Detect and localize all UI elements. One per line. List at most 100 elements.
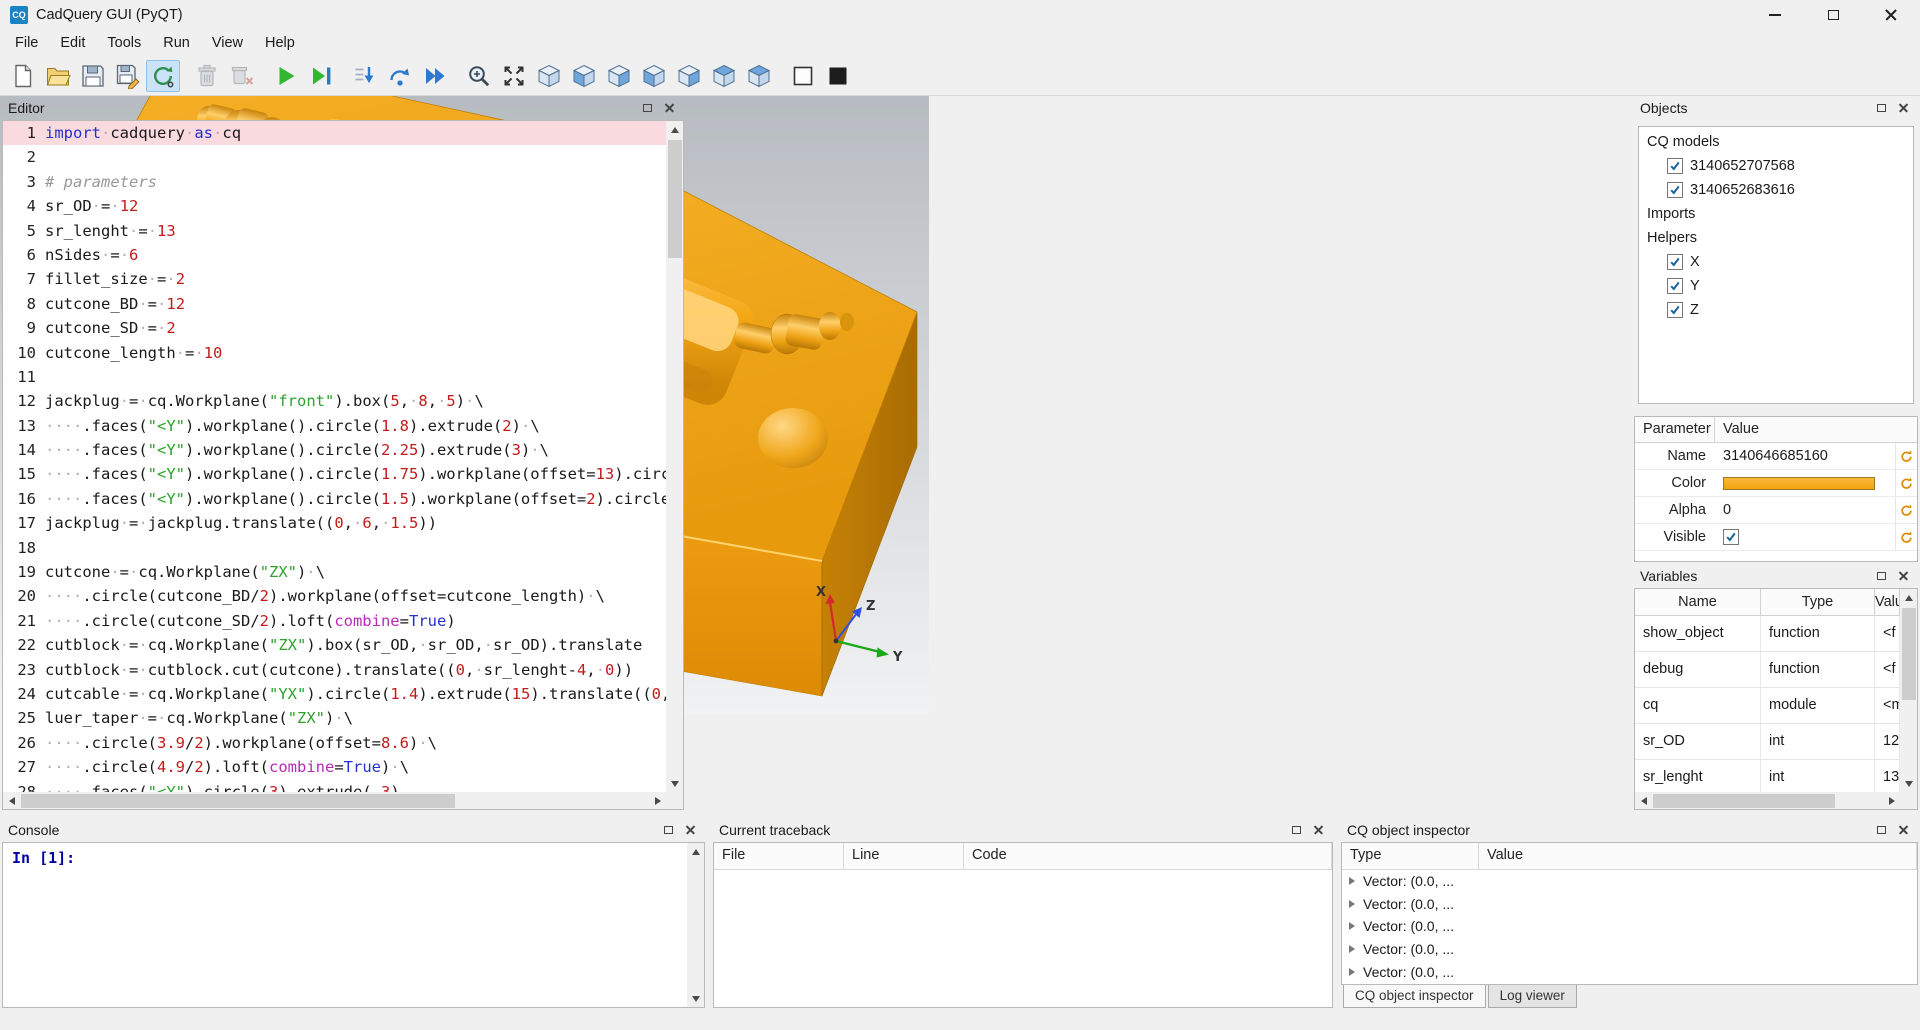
column-header-type[interactable]: Type [1342, 843, 1479, 869]
variables-hscroll-thumb[interactable] [1653, 794, 1835, 808]
code-line-25[interactable]: 25luer_taper·=·cq.Workplane("ZX")·\ [3, 706, 666, 730]
variable-row-sr-od[interactable]: sr_ODint12 [1635, 724, 1900, 760]
variable-row-show-object[interactable]: show_objectfunction<f [1635, 616, 1900, 652]
code-line-17[interactable]: 17jackplug·=·jackplug.translate((0,·6,·1… [3, 511, 666, 535]
reset-property-button[interactable] [1895, 470, 1917, 496]
editor-code[interactable]: 1import·cadquery·as·cq23# parameters4sr_… [3, 121, 666, 792]
variables-vertical-scrollbar[interactable] [1900, 589, 1917, 792]
objects-close-button[interactable] [1894, 99, 1912, 117]
inspector-dock-titlebar[interactable]: CQ object inspector [1341, 818, 1918, 842]
objects-float-button[interactable] [1872, 99, 1890, 117]
reset-property-button[interactable] [1895, 443, 1917, 469]
tree-item-y[interactable]: Y [1639, 274, 1913, 298]
editor-close-button[interactable] [660, 99, 678, 117]
debug-button[interactable] [304, 60, 338, 92]
chevron-right-icon[interactable] [1349, 900, 1355, 908]
column-header-value[interactable]: Value [1715, 417, 1917, 442]
shaded-button[interactable] [821, 60, 855, 92]
autoreload-button[interactable] [146, 60, 180, 92]
code-line-16[interactable]: 16····.faces("<Y").workplane().circle(1.… [3, 487, 666, 511]
code-line-5[interactable]: 5sr_lenght·=·13 [3, 219, 666, 243]
variable-row-debug[interactable]: debugfunction<f [1635, 652, 1900, 688]
column-header-type[interactable]: Type [1761, 589, 1875, 615]
tree-item-imports[interactable]: Imports [1639, 202, 1913, 226]
editor-dock-titlebar[interactable]: Editor [2, 96, 684, 120]
tree-item-3140652707568[interactable]: 3140652707568 [1639, 154, 1913, 178]
code-line-6[interactable]: 6nSides·=·6 [3, 243, 666, 267]
traceback-float-button[interactable] [1287, 821, 1305, 839]
column-header-value[interactable]: Value [1875, 589, 1900, 615]
property-value[interactable] [1715, 529, 1895, 545]
delete-all-button[interactable] [225, 60, 259, 92]
inspector-row-4[interactable]: Vector: (0.0, ... [1342, 938, 1917, 961]
chevron-right-icon[interactable] [1349, 945, 1355, 953]
scroll-up-arrow[interactable] [666, 121, 683, 138]
inspector-row-1[interactable]: Vector: (0.0, ... [1342, 870, 1917, 893]
menu-item-edit[interactable]: Edit [49, 32, 96, 54]
chevron-right-icon[interactable] [1349, 968, 1355, 976]
column-header-code[interactable]: Code [964, 843, 1332, 869]
code-line-20[interactable]: 20····.circle(cutcone_BD/2).workplane(of… [3, 584, 666, 608]
menu-item-run[interactable]: Run [152, 32, 201, 54]
continue-button[interactable] [418, 60, 452, 92]
title-bar[interactable]: CQ CadQuery GUI (PyQT) [0, 0, 1920, 30]
variable-row-sr-lenght[interactable]: sr_lenghtint13 [1635, 760, 1900, 792]
code-line-9[interactable]: 9cutcone_SD·=·2 [3, 316, 666, 340]
code-line-23[interactable]: 23cutblock·=·cutblock.cut(cutcone).trans… [3, 658, 666, 682]
fit-button[interactable] [462, 60, 496, 92]
inspector-row-3[interactable]: Vector: (0.0, ... [1342, 915, 1917, 938]
tab-log-viewer[interactable]: Log viewer [1488, 985, 1577, 1008]
code-line-21[interactable]: 21····.circle(cutcone_SD/2).loft(combine… [3, 609, 666, 633]
code-line-2[interactable]: 2 [3, 145, 666, 169]
editor-horizontal-scrollbar[interactable] [3, 792, 666, 809]
wireframe-button[interactable] [786, 60, 820, 92]
checkbox[interactable] [1667, 158, 1683, 174]
column-header-name[interactable]: Name [1635, 589, 1761, 615]
save-script-button[interactable] [76, 60, 110, 92]
code-line-7[interactable]: 7fillet_size·=·2 [3, 267, 666, 291]
save-as-script-button[interactable] [111, 60, 145, 92]
code-line-3[interactable]: 3# parameters [3, 170, 666, 194]
variables-dock-titlebar[interactable]: Variables [1634, 564, 1918, 588]
code-line-28[interactable]: 28····.faces("<Y").circle(3).extrude(-3) [3, 780, 666, 792]
tree-item-cq-models[interactable]: CQ models [1639, 130, 1913, 154]
step-next-button[interactable] [383, 60, 417, 92]
code-line-15[interactable]: 15····.faces("<Y").workplane().circle(1.… [3, 462, 666, 486]
editor-hscroll-thumb[interactable] [21, 794, 455, 808]
objects-dock-titlebar[interactable]: Objects [1634, 96, 1918, 120]
tree-item-3140652683616[interactable]: 3140652683616 [1639, 178, 1913, 202]
code-line-13[interactable]: 13····.faces("<Y").workplane().circle(1.… [3, 414, 666, 438]
code-line-8[interactable]: 8cutcone_BD·=·12 [3, 292, 666, 316]
inspector-row-5[interactable]: Vector: (0.0, ... [1342, 960, 1917, 983]
checkbox[interactable] [1667, 302, 1683, 318]
code-line-4[interactable]: 4sr_OD·=·12 [3, 194, 666, 218]
code-line-18[interactable]: 18 [3, 536, 666, 560]
console-vertical-scrollbar[interactable] [687, 843, 704, 1007]
variables-close-button[interactable] [1894, 567, 1912, 585]
reset-property-button[interactable] [1895, 524, 1917, 550]
tab-cq-object-inspector[interactable]: CQ object inspector [1343, 985, 1486, 1008]
code-line-26[interactable]: 26····.circle(3.9/2).workplane(offset=8.… [3, 731, 666, 755]
close-button[interactable] [1862, 0, 1920, 30]
code-line-19[interactable]: 19cutcone·=·cq.Workplane("ZX")·\ [3, 560, 666, 584]
scroll-left-arrow[interactable] [1635, 792, 1652, 809]
scroll-left-arrow[interactable] [3, 792, 20, 809]
code-line-24[interactable]: 24cutcable·=·cq.Workplane("YX").circle(1… [3, 682, 666, 706]
console-close-button[interactable] [681, 821, 699, 839]
checkbox[interactable] [1667, 278, 1683, 294]
scroll-down-arrow[interactable] [1900, 775, 1917, 792]
column-header-parameter[interactable]: Parameter [1635, 417, 1715, 442]
code-line-11[interactable]: 11 [3, 365, 666, 389]
column-header-value[interactable]: Value [1479, 843, 1917, 869]
console-body[interactable]: In [1]: [2, 842, 705, 1008]
menu-item-view[interactable]: View [201, 32, 254, 54]
traceback-close-button[interactable] [1309, 821, 1327, 839]
inspector-row-2[interactable]: Vector: (0.0, ... [1342, 893, 1917, 916]
open-script-button[interactable] [41, 60, 75, 92]
inspector-float-button[interactable] [1872, 821, 1890, 839]
console-dock-titlebar[interactable]: Console [2, 818, 705, 842]
new-script-button[interactable] [6, 60, 40, 92]
column-header-file[interactable]: File [714, 843, 844, 869]
color-swatch[interactable] [1723, 477, 1875, 490]
console-float-button[interactable] [659, 821, 677, 839]
